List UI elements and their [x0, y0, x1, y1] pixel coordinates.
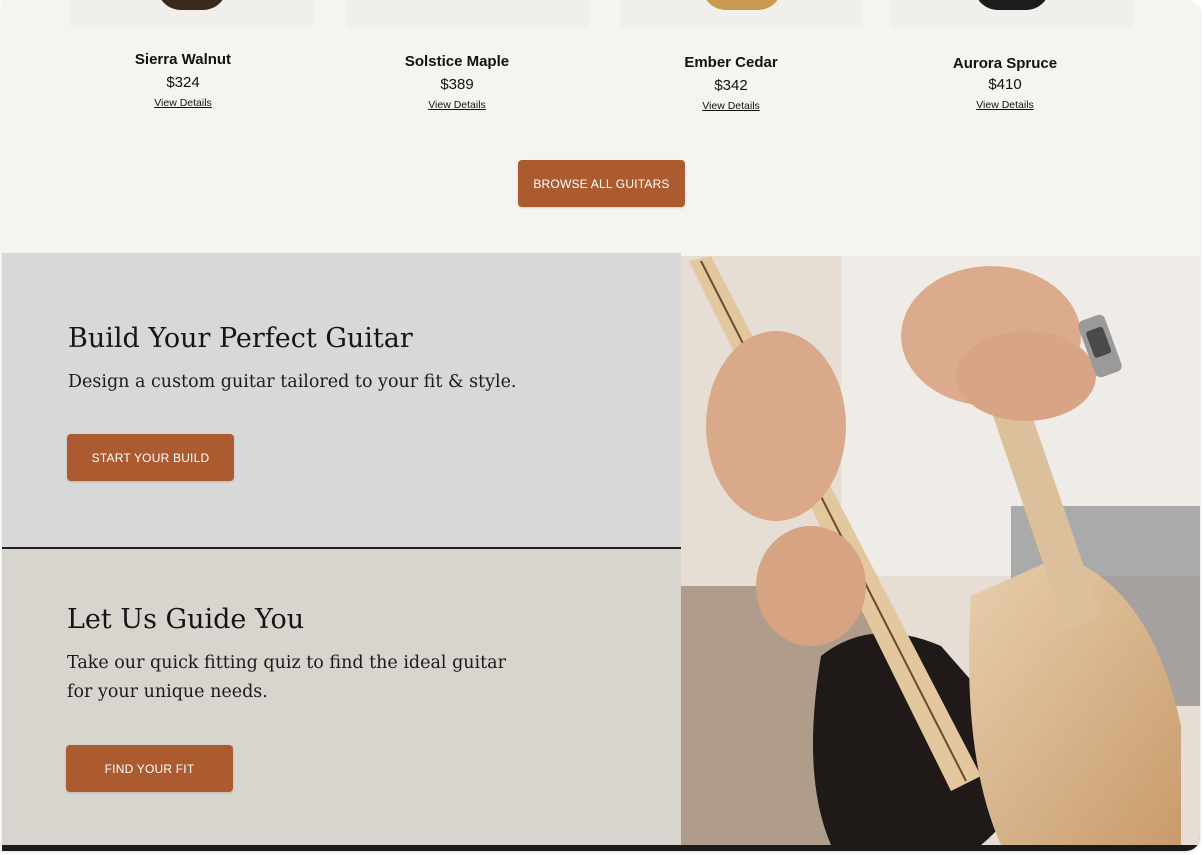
product-image-sierra-walnut[interactable] [70, 0, 313, 28]
start-your-build-button[interactable]: START YOUR BUILD [67, 434, 234, 481]
page-frame: Sierra Walnut $324 View Details Solstice… [2, 0, 1200, 851]
product-card: Solstice Maple $389 View Details [357, 53, 557, 113]
guitar-craft-photo [681, 256, 1200, 845]
product-card: Sierra Walnut $324 View Details [83, 51, 283, 111]
guide-panel-title: Let Us Guide You [67, 604, 305, 635]
product-card: Ember Cedar $342 View Details [631, 54, 831, 114]
build-guitar-panel: Build Your Perfect Guitar Design a custo… [2, 253, 681, 548]
product-strip: Sierra Walnut $324 View Details Solstice… [2, 0, 1200, 252]
view-details-link[interactable]: View Details [154, 97, 212, 109]
build-panel-title: Build Your Perfect Guitar [68, 323, 413, 354]
find-your-fit-button[interactable]: FIND YOUR FIT [66, 745, 233, 792]
product-card: Aurora Spruce $410 View Details [905, 55, 1105, 113]
view-details-link[interactable]: View Details [976, 99, 1034, 111]
guide-panel-text-line1: Take our quick fitting quiz to find the … [67, 653, 506, 673]
product-image-solstice-maple[interactable] [346, 0, 589, 28]
product-image-aurora-spruce[interactable] [890, 0, 1133, 28]
browse-all-guitars-button[interactable]: BROWSE ALL GUITARS [518, 160, 685, 207]
view-details-link[interactable]: View Details [702, 100, 760, 112]
guitar-craft-illustration [681, 256, 1200, 845]
product-price: $410 [988, 76, 1022, 93]
build-panel-text: Design a custom guitar tailored to your … [68, 372, 517, 392]
guide-panel-text-line2: for your unique needs. [67, 682, 268, 702]
product-price: $342 [714, 77, 748, 94]
product-name[interactable]: Solstice Maple [357, 53, 557, 70]
bottom-edge-bar [2, 845, 1200, 851]
product-image-ember-cedar[interactable] [620, 0, 863, 28]
product-price: $324 [166, 74, 200, 91]
product-name[interactable]: Aurora Spruce [905, 55, 1105, 72]
product-price: $389 [440, 76, 474, 93]
view-details-link[interactable]: View Details [428, 99, 486, 111]
guide-panel: Let Us Guide You Take our quick fitting … [2, 549, 681, 845]
product-name[interactable]: Sierra Walnut [83, 51, 283, 68]
product-name[interactable]: Ember Cedar [631, 54, 831, 71]
